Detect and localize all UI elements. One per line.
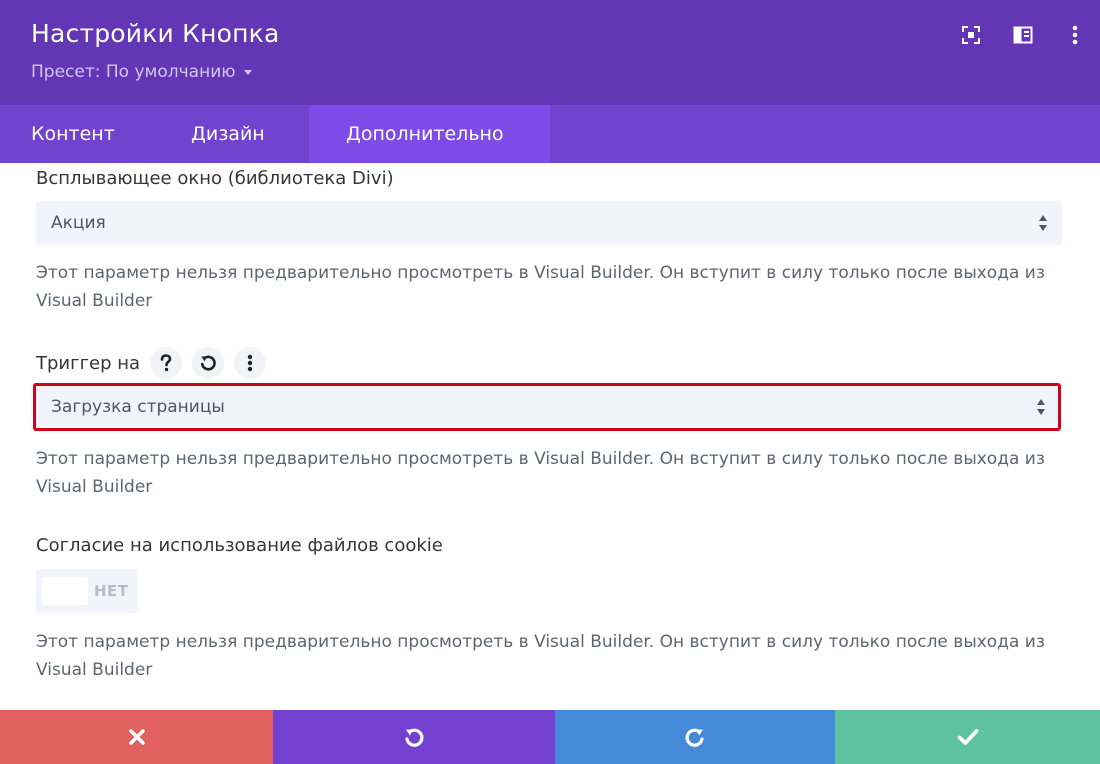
trigger-label: Триггер на xyxy=(36,352,141,374)
trigger-value: Загрузка страницы xyxy=(51,397,225,417)
close-icon xyxy=(128,729,145,745)
reset-icon[interactable] xyxy=(192,347,225,379)
more-options-icon[interactable] xyxy=(234,347,267,379)
popup-select[interactable]: Акция xyxy=(36,201,1062,245)
split-view-icon[interactable] xyxy=(1012,24,1034,46)
undo-button[interactable] xyxy=(273,710,555,764)
toggle-knob xyxy=(42,577,88,605)
popup-value: Акция xyxy=(51,213,106,233)
undo-icon xyxy=(405,728,424,747)
caret-down-icon xyxy=(243,69,252,75)
redo-button[interactable] xyxy=(555,710,835,764)
cookie-help: Этот параметр нельзя предварительно прос… xyxy=(36,632,1045,680)
check-icon xyxy=(957,729,978,745)
tab-advanced[interactable]: Дополнительно xyxy=(309,105,550,163)
preset-label: Пресет: По умолчанию xyxy=(31,62,236,82)
more-vertical-icon[interactable] xyxy=(1064,24,1086,46)
toggle-state: НЕТ xyxy=(94,582,129,600)
tab-design[interactable]: Дизайн xyxy=(153,105,309,163)
action-bar xyxy=(0,710,1100,764)
popup-help: Этот параметр нельзя предварительно прос… xyxy=(36,263,1045,311)
trigger-select[interactable]: Загрузка страницы xyxy=(36,386,1058,428)
tab-content[interactable]: Контент xyxy=(0,105,153,163)
redo-icon xyxy=(685,728,704,747)
modal-title: Настройки Кнопка xyxy=(31,19,280,48)
trigger-help: Этот параметр нельзя предварительно прос… xyxy=(36,449,1045,497)
cancel-button[interactable] xyxy=(0,710,273,764)
select-arrows-icon xyxy=(1037,399,1045,415)
popup-label: Всплывающее окно (библиотека Divi) xyxy=(36,168,394,189)
focus-icon[interactable] xyxy=(960,24,982,46)
save-button[interactable] xyxy=(835,710,1100,764)
cookie-label: Согласие на использование файлов cookie xyxy=(36,535,443,556)
preset-dropdown[interactable]: Пресет: По умолчанию xyxy=(31,62,252,82)
select-arrows-icon xyxy=(1039,215,1047,231)
settings-tabs: Контент Дизайн Дополнительно xyxy=(0,105,1100,163)
cookie-toggle[interactable]: НЕТ xyxy=(36,569,138,613)
help-icon[interactable] xyxy=(150,347,183,379)
settings-header: Настройки Кнопка Пресет: По умолчанию xyxy=(0,0,1100,105)
